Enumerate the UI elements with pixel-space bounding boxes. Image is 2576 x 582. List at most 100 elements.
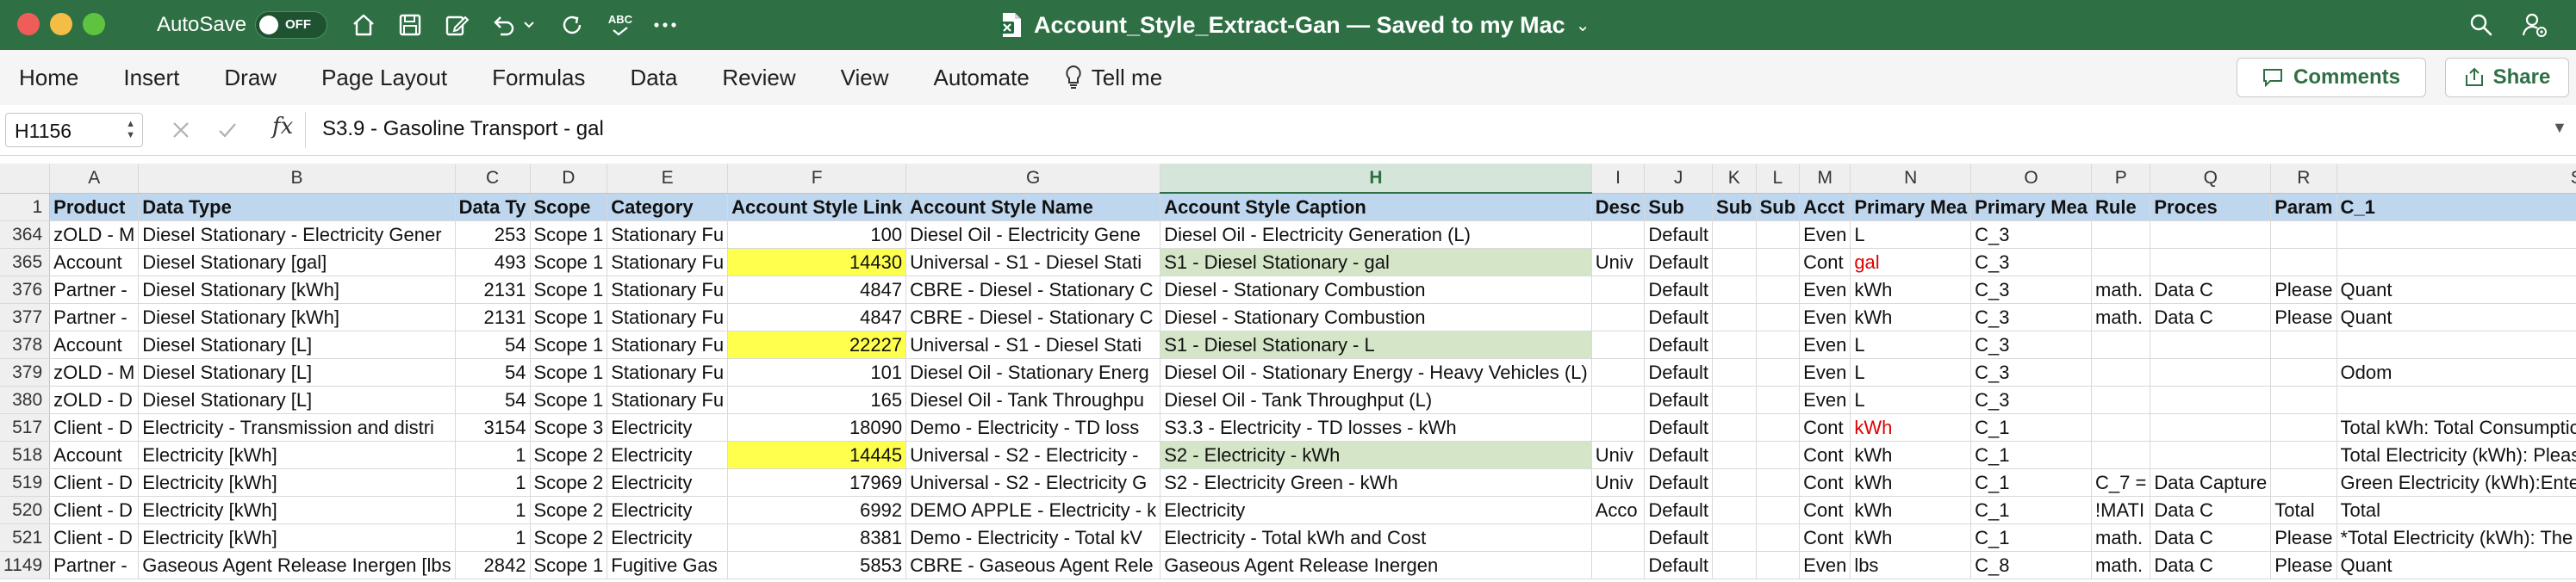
cell-p-380[interactable] <box>2091 386 2151 414</box>
row-header[interactable]: 380 <box>0 386 51 414</box>
cell-h-364[interactable]: Diesel Oil - Electricity Generation (L) <box>1160 220 1592 249</box>
cell-n-365[interactable]: gal <box>1850 248 1972 276</box>
name-box-stepper-icon[interactable]: ▲ ▼ <box>126 119 135 141</box>
cell-p-518[interactable] <box>2091 441 2151 469</box>
cell-i-520[interactable]: Acco <box>1591 496 1646 524</box>
cell-g-376[interactable]: CBRE - Diesel - Stationary C <box>905 276 1161 304</box>
cell-i-379[interactable] <box>1591 358 1646 387</box>
cell-d-517[interactable]: Scope 3 <box>530 413 608 442</box>
cell-i-1149[interactable] <box>1591 551 1646 579</box>
row-header[interactable]: 378 <box>0 331 51 359</box>
autosave-toggle[interactable]: OFF <box>255 11 327 39</box>
cell-r-518[interactable] <box>2270 441 2337 469</box>
share-button[interactable]: Share <box>2445 58 2569 97</box>
cell-d-1[interactable]: Scope <box>530 193 608 221</box>
cell-c-518[interactable]: 1 <box>455 441 531 469</box>
cell-j-377[interactable]: Default <box>1644 303 1714 331</box>
cell-m-364[interactable]: Even <box>1799 220 1851 249</box>
cell-o-518[interactable]: C_1 <box>1970 441 2093 469</box>
cell-a-376[interactable]: Partner - <box>49 276 140 304</box>
edit-icon[interactable] <box>441 10 472 40</box>
cell-d-376[interactable]: Scope 1 <box>530 276 608 304</box>
cell-h-1149[interactable]: Gaseous Agent Release Inergen <box>1160 551 1592 579</box>
cell-p-1149[interactable]: math. <box>2091 551 2151 579</box>
cell-n-1149[interactable]: lbs <box>1850 551 1972 579</box>
undo-icon[interactable] <box>488 10 519 40</box>
cell-e-520[interactable]: Electricity <box>607 496 729 524</box>
column-header-f[interactable]: F <box>727 164 907 194</box>
cell-s-521[interactable]: *Total Electricity (kWh): The total amou… <box>2336 523 2576 552</box>
cell-a-518[interactable]: Account <box>49 441 140 469</box>
cell-f-378[interactable]: 22227 <box>727 331 907 359</box>
cell-r-1149[interactable]: Please <box>2270 551 2337 579</box>
cell-k-518[interactable] <box>1712 441 1757 469</box>
tab-view[interactable]: View <box>841 65 889 91</box>
cell-h-379[interactable]: Diesel Oil - Stationary Energy - Heavy V… <box>1160 358 1592 387</box>
cell-a-517[interactable]: Client - D <box>49 413 140 442</box>
cell-s-520[interactable]: Total <box>2336 496 2576 524</box>
cell-q-378[interactable] <box>2150 331 2272 359</box>
document-title-area[interactable]: Account_Style_Extract-Gan — Saved to my … <box>999 9 1590 41</box>
cell-k-517[interactable] <box>1712 413 1757 442</box>
column-header-n[interactable]: N <box>1850 164 1972 194</box>
cell-i-365[interactable]: Univ <box>1591 248 1646 276</box>
cell-s-379[interactable]: Odom <box>2336 358 2576 387</box>
row-header[interactable]: 518 <box>0 441 51 469</box>
tell-me-search[interactable]: Tell me <box>1064 65 1162 91</box>
cell-g-380[interactable]: Diesel Oil - Tank Throughpu <box>905 386 1161 414</box>
cell-b-1149[interactable]: Gaseous Agent Release Inergen [lbs <box>138 551 456 579</box>
cell-c-520[interactable]: 1 <box>455 496 531 524</box>
cell-j-520[interactable]: Default <box>1644 496 1714 524</box>
cell-n-519[interactable]: kWh <box>1850 468 1972 497</box>
cell-m-521[interactable]: Cont <box>1799 523 1851 552</box>
cell-m-378[interactable]: Even <box>1799 331 1851 359</box>
cell-e-378[interactable]: Stationary Fu <box>607 331 729 359</box>
cell-a-379[interactable]: zOLD - M <box>49 358 140 387</box>
row-header[interactable]: 365 <box>0 248 51 276</box>
cell-q-518[interactable] <box>2150 441 2272 469</box>
tab-page-layout[interactable]: Page Layout <box>321 65 447 91</box>
cell-l-1149[interactable] <box>1756 551 1801 579</box>
row-header[interactable]: 520 <box>0 496 51 524</box>
cell-m-519[interactable]: Cont <box>1799 468 1851 497</box>
cell-g-521[interactable]: Demo - Electricity - Total kV <box>905 523 1161 552</box>
home-icon[interactable] <box>348 10 379 40</box>
cell-l-379[interactable] <box>1756 358 1801 387</box>
row-header[interactable]: 521 <box>0 523 51 552</box>
cell-r-380[interactable] <box>2270 386 2337 414</box>
column-header-r[interactable]: R <box>2270 164 2337 194</box>
cell-f-377[interactable]: 4847 <box>727 303 907 331</box>
cell-r-517[interactable] <box>2270 413 2337 442</box>
cell-m-379[interactable]: Even <box>1799 358 1851 387</box>
column-header-s[interactable]: S <box>2336 164 2576 194</box>
cell-k-380[interactable] <box>1712 386 1757 414</box>
cell-g-1149[interactable]: CBRE - Gaseous Agent Rele <box>905 551 1161 579</box>
cell-l-521[interactable] <box>1756 523 1801 552</box>
column-header-e[interactable]: E <box>607 164 729 194</box>
cell-e-521[interactable]: Electricity <box>607 523 729 552</box>
cell-j-519[interactable]: Default <box>1644 468 1714 497</box>
cell-p-364[interactable] <box>2091 220 2151 249</box>
cell-m-376[interactable]: Even <box>1799 276 1851 304</box>
cell-q-519[interactable]: Data Capture <box>2150 468 2272 497</box>
cell-r-1[interactable]: Param <box>2270 193 2337 221</box>
cell-n-364[interactable]: L <box>1850 220 1972 249</box>
cell-e-380[interactable]: Stationary Fu <box>607 386 729 414</box>
cell-k-379[interactable] <box>1712 358 1757 387</box>
column-header-o[interactable]: O <box>1970 164 2093 194</box>
cell-s-519[interactable]: Green Electricity (kWh):Enter the total <box>2336 468 2576 497</box>
cell-h-521[interactable]: Electricity - Total kWh and Cost <box>1160 523 1592 552</box>
cell-k-519[interactable] <box>1712 468 1757 497</box>
cell-o-376[interactable]: C_3 <box>1970 276 2093 304</box>
cell-d-518[interactable]: Scope 2 <box>530 441 608 469</box>
cell-i-377[interactable] <box>1591 303 1646 331</box>
cell-p-377[interactable]: math. <box>2091 303 2151 331</box>
formula-input[interactable]: S3.9 - Gasoline Transport - gal <box>322 117 604 141</box>
cell-b-378[interactable]: Diesel Stationary [L] <box>138 331 456 359</box>
cell-s-376[interactable]: Quant <box>2336 276 2576 304</box>
cell-c-1[interactable]: Data Ty <box>455 193 531 221</box>
cell-e-379[interactable]: Stationary Fu <box>607 358 729 387</box>
cell-h-518[interactable]: S2 - Electricity - kWh <box>1160 441 1592 469</box>
window-maximize-button[interactable] <box>83 13 105 35</box>
cell-q-521[interactable]: Data C <box>2150 523 2272 552</box>
